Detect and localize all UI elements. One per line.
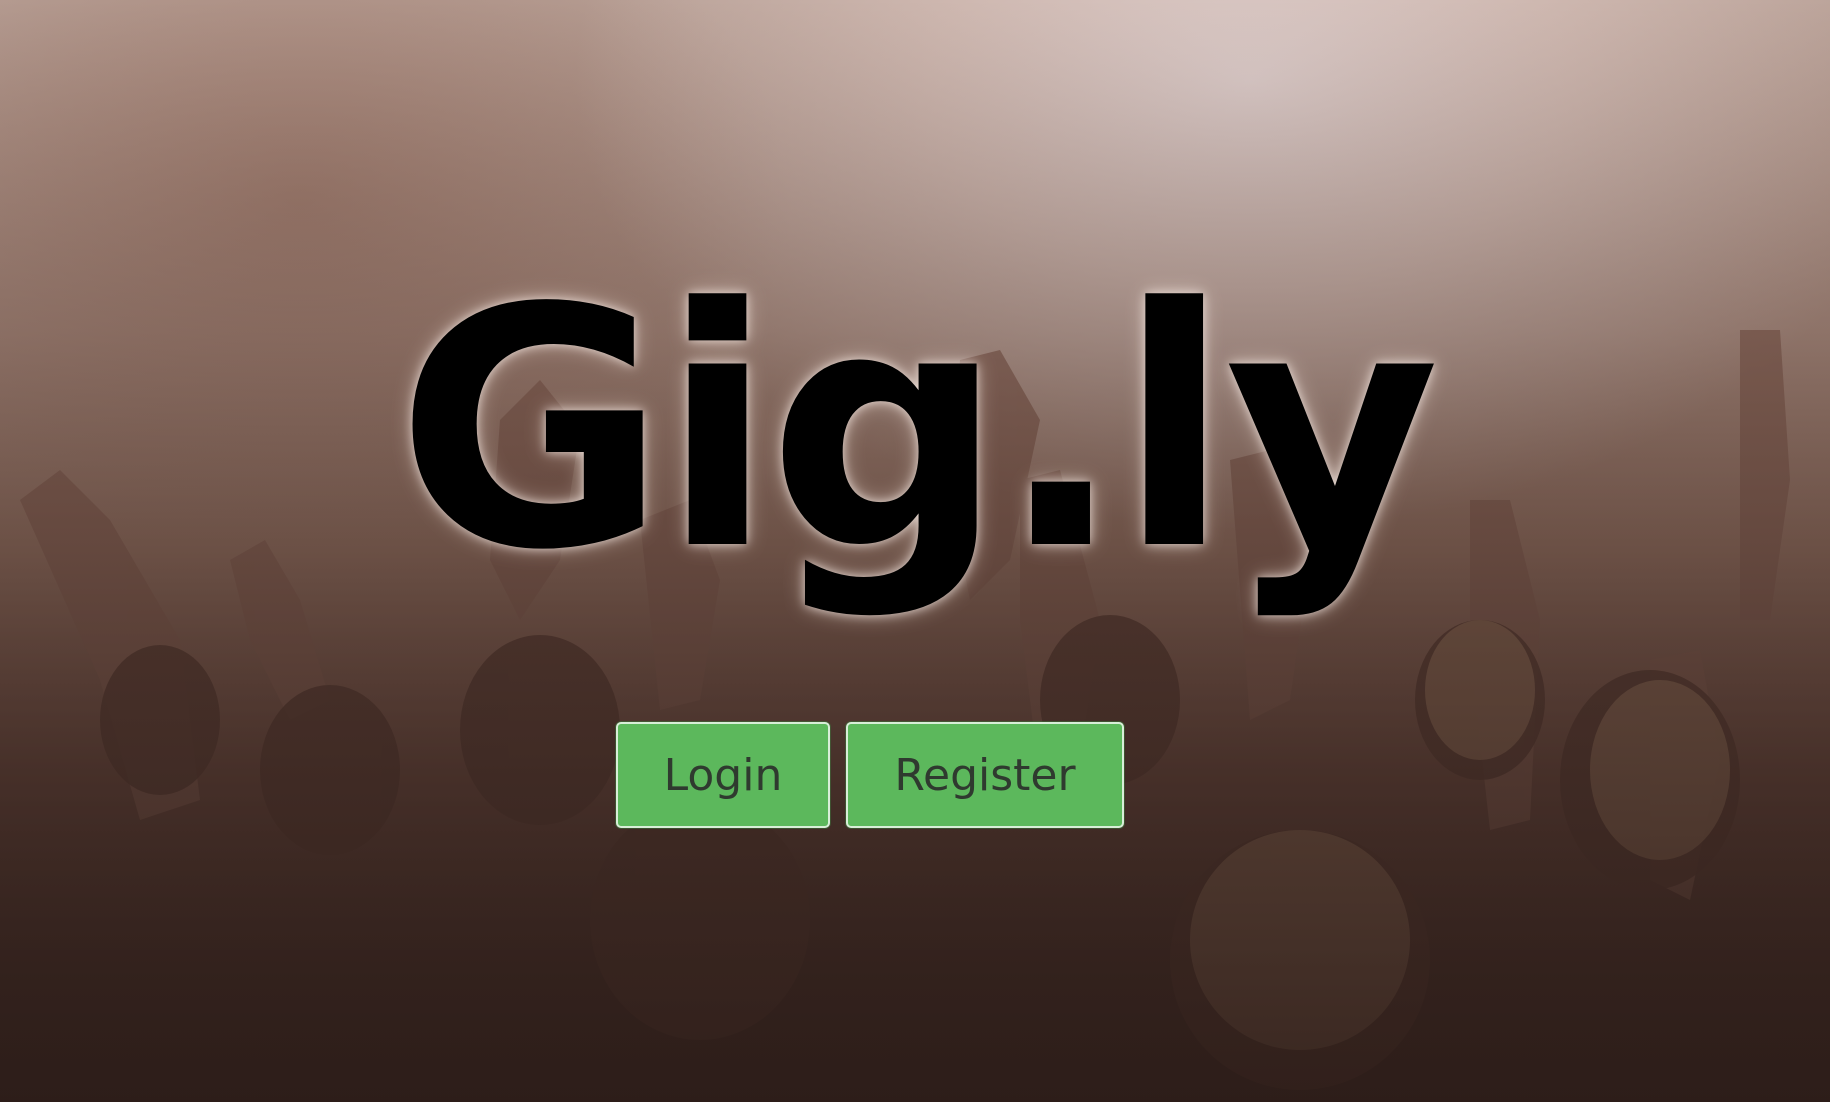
app-title: Gig.ly [396,238,1440,622]
hero-section: Gig.ly Login Register [0,0,1830,1102]
auth-actions: Login Register [616,722,1124,828]
login-button[interactable]: Login [616,722,830,828]
register-button[interactable]: Register [846,722,1124,828]
